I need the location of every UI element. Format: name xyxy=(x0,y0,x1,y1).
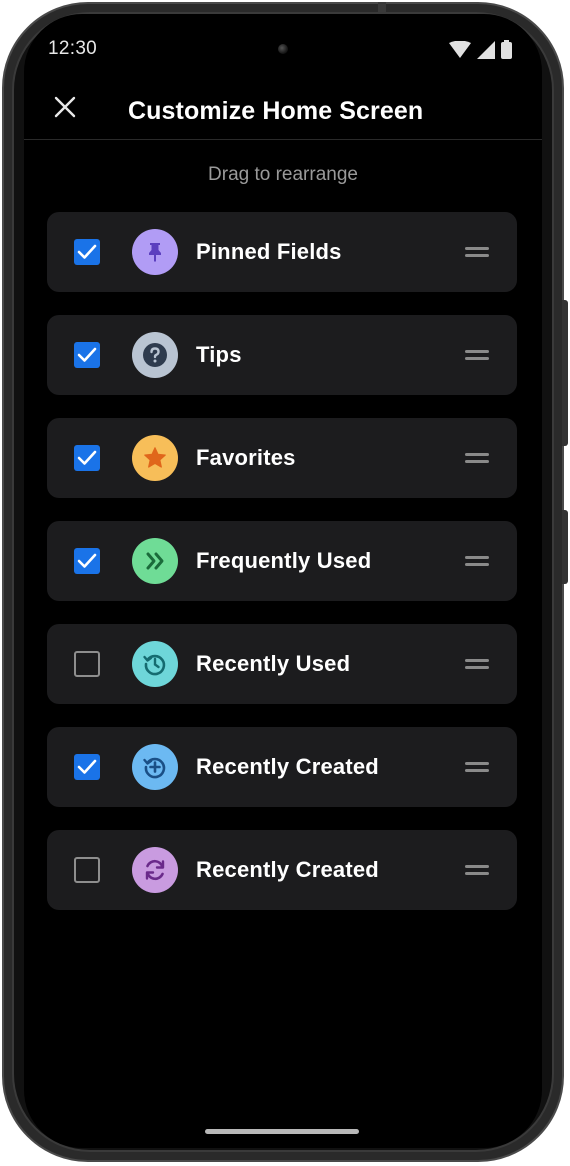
item-checkbox[interactable] xyxy=(74,857,100,883)
drag-handle[interactable] xyxy=(465,657,489,671)
list-item[interactable]: Tips xyxy=(47,315,517,395)
status-bar: 12:30 xyxy=(24,14,542,78)
item-checkbox[interactable] xyxy=(74,445,100,471)
signal-icon xyxy=(477,40,495,59)
item-label: Recently Created xyxy=(196,754,379,779)
drag-handle[interactable] xyxy=(465,348,489,362)
list-item[interactable]: Frequently Used xyxy=(47,521,517,601)
status-time: 12:30 xyxy=(48,38,98,59)
question-icon xyxy=(132,332,178,378)
page-title: Customize Home Screen xyxy=(128,97,424,125)
history-icon xyxy=(132,641,178,687)
drag-hint: Drag to rearrange xyxy=(208,164,358,185)
drag-handle[interactable] xyxy=(465,451,489,465)
app-bar: Customize Home Screen xyxy=(24,78,542,140)
drag-handle[interactable] xyxy=(465,245,489,259)
item-label: Recently Used xyxy=(196,651,351,676)
home-indicator[interactable] xyxy=(205,1129,359,1134)
history-add-icon xyxy=(132,744,178,790)
drag-handle[interactable] xyxy=(465,760,489,774)
close-icon xyxy=(54,96,76,123)
item-checkbox[interactable] xyxy=(74,754,100,780)
section-list: Pinned Fields Tips Favorites Frequently … xyxy=(47,212,517,933)
item-label: Recently Created xyxy=(196,857,379,882)
list-item[interactable]: Pinned Fields xyxy=(47,212,517,292)
item-checkbox[interactable] xyxy=(74,239,100,265)
list-item[interactable]: Favorites xyxy=(47,418,517,498)
battery-icon xyxy=(501,40,512,59)
wifi-icon xyxy=(449,40,471,59)
item-checkbox[interactable] xyxy=(74,342,100,368)
close-button[interactable] xyxy=(46,90,84,128)
screen: 12:30 Customize Home Screen Drag to rear… xyxy=(24,14,542,1148)
drag-handle[interactable] xyxy=(465,863,489,877)
power-button xyxy=(562,300,568,446)
item-checkbox[interactable] xyxy=(74,651,100,677)
sync-icon xyxy=(132,847,178,893)
drag-handle[interactable] xyxy=(465,554,489,568)
item-label: Pinned Fields xyxy=(196,239,342,264)
item-label: Frequently Used xyxy=(196,548,372,573)
volume-button xyxy=(562,510,568,584)
front-camera xyxy=(278,44,288,54)
item-label: Favorites xyxy=(196,445,296,470)
item-label: Tips xyxy=(196,342,242,367)
list-item[interactable]: Recently Created xyxy=(47,727,517,807)
list-item[interactable]: Recently Used xyxy=(47,624,517,704)
list-item[interactable]: Recently Created xyxy=(47,830,517,910)
double-chevron-right-icon xyxy=(132,538,178,584)
pin-icon xyxy=(132,229,178,275)
item-checkbox[interactable] xyxy=(74,548,100,574)
star-icon xyxy=(132,435,178,481)
